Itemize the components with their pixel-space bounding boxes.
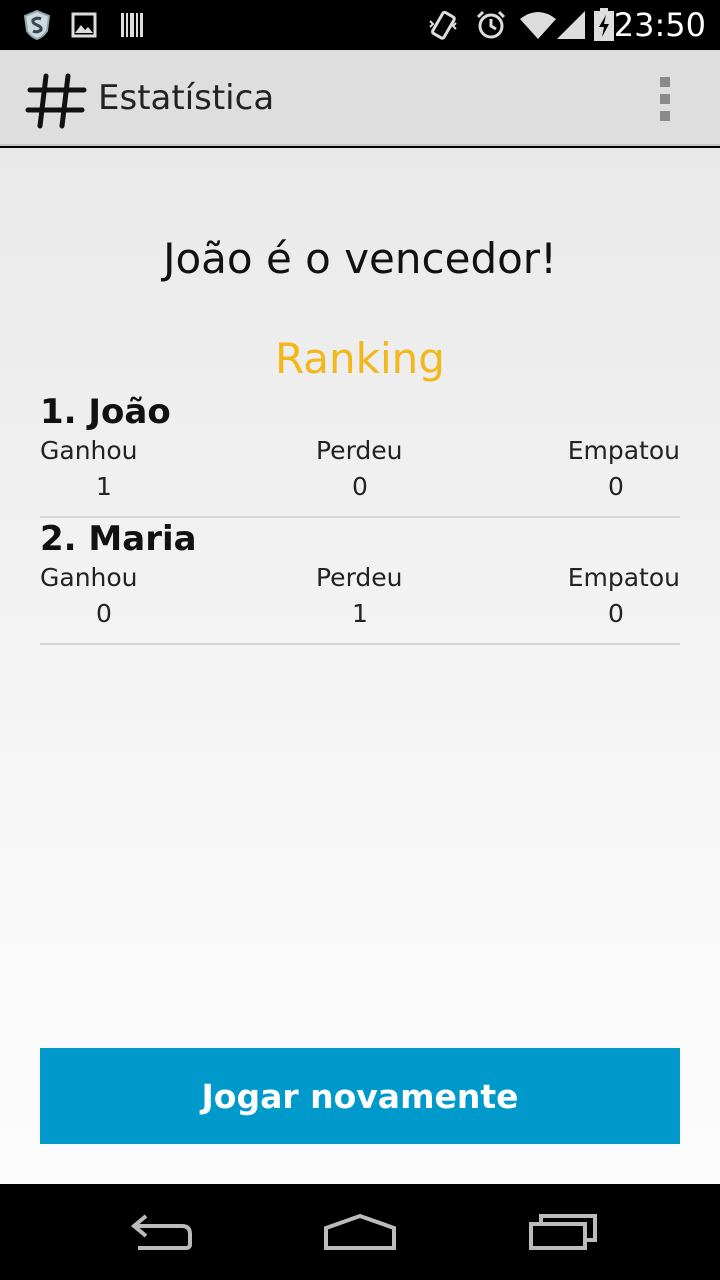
barcode-notification-icon bbox=[118, 9, 146, 41]
hash-icon bbox=[24, 68, 88, 132]
losses-label: Perdeu bbox=[316, 563, 403, 592]
play-again-button[interactable]: Jogar novamente bbox=[40, 1048, 680, 1144]
image-notification-icon bbox=[70, 9, 98, 41]
back-icon[interactable] bbox=[115, 1204, 205, 1260]
draws-label: Empatou bbox=[567, 436, 680, 465]
draws-value: 0 bbox=[608, 599, 624, 628]
wins-label: Ganhou bbox=[40, 563, 138, 592]
wins-label: Ganhou bbox=[40, 436, 138, 465]
ranking-title: Ranking bbox=[275, 334, 445, 383]
losses-label: Perdeu bbox=[316, 436, 403, 465]
draws-label: Empatou bbox=[567, 563, 680, 592]
vibrate-icon bbox=[426, 9, 460, 41]
losses-value: 0 bbox=[352, 472, 368, 501]
ranking-row: 2. Maria Ganhou Perdeu Empatou 0 1 0 bbox=[40, 519, 680, 645]
status-bar: 23:50 bbox=[0, 0, 720, 50]
home-icon[interactable] bbox=[315, 1204, 405, 1260]
ranking-row: 1. João Ganhou Perdeu Empatou 1 0 0 bbox=[40, 392, 680, 518]
statistics-content: João é o vencedor! Ranking 1. João Ganho… bbox=[0, 148, 720, 1184]
player-name: 1. João bbox=[40, 392, 171, 432]
wins-value: 1 bbox=[96, 472, 112, 501]
battery-charging-icon bbox=[592, 8, 616, 41]
winner-message: João é o vencedor! bbox=[163, 234, 557, 283]
action-bar: Estatística bbox=[0, 50, 720, 146]
draws-value: 0 bbox=[608, 472, 624, 501]
alarm-icon bbox=[474, 9, 508, 41]
player-name: 2. Maria bbox=[40, 519, 197, 559]
screen-title: Estatística bbox=[98, 78, 275, 118]
shield-app-icon bbox=[20, 9, 54, 41]
status-clock: 23:50 bbox=[613, 6, 706, 44]
navigation-bar bbox=[0, 1184, 720, 1280]
losses-value: 1 bbox=[352, 599, 368, 628]
signal-icon bbox=[552, 9, 588, 41]
recent-apps-icon[interactable] bbox=[518, 1204, 608, 1260]
wins-value: 0 bbox=[96, 599, 112, 628]
overflow-menu-icon[interactable] bbox=[650, 74, 680, 124]
